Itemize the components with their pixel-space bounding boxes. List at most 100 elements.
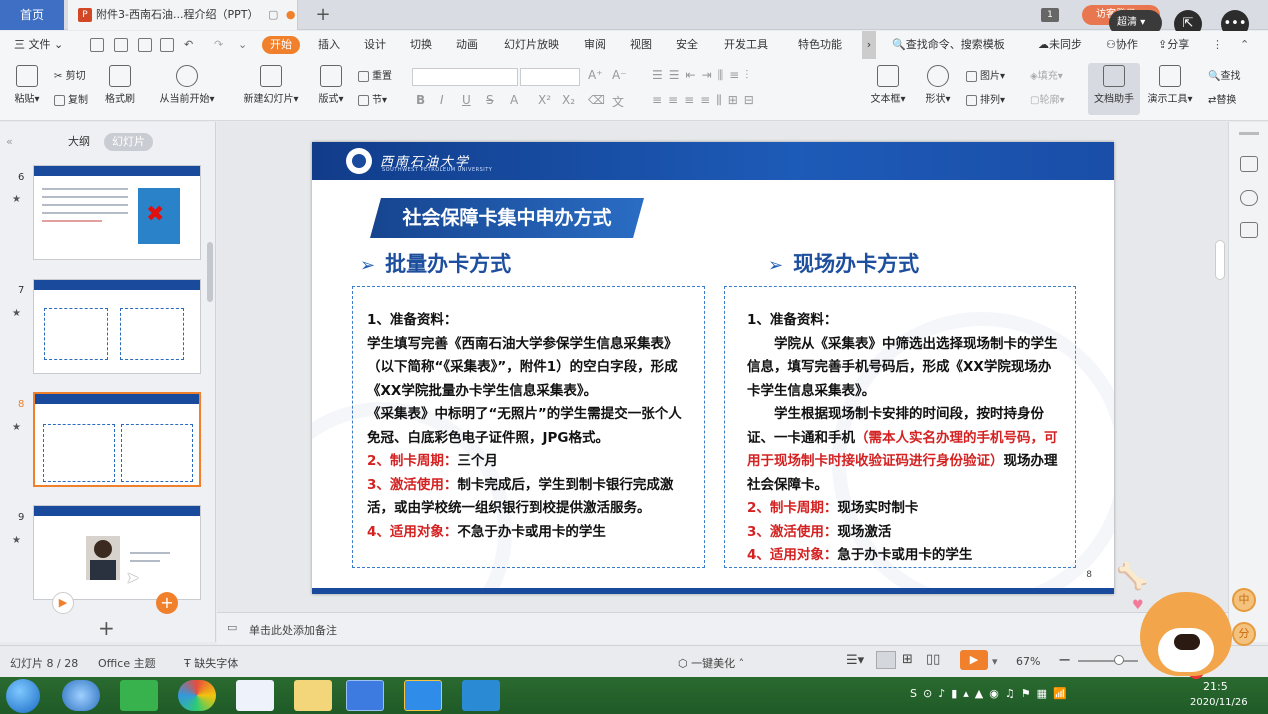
tab-insert[interactable]: 插入 — [318, 31, 340, 59]
export-icon[interactable] — [114, 38, 128, 52]
dingtalk-icon[interactable] — [404, 680, 442, 711]
picture-button[interactable]: 图片▾ — [966, 69, 1005, 85]
panel-scrollbar[interactable] — [207, 242, 213, 302]
section-button[interactable]: 节▾ — [358, 93, 387, 109]
increase-font-icon[interactable]: A⁺ — [588, 68, 603, 82]
tab-animation[interactable]: 动画 — [456, 31, 478, 59]
slide-thumbnail[interactable] — [33, 505, 201, 600]
more-tabs-button[interactable]: › — [862, 31, 876, 59]
tab-view[interactable]: 视图 — [630, 31, 652, 59]
slideshow-options-icon[interactable]: ▾ — [992, 655, 998, 668]
tab-developer[interactable]: 开发工具 — [724, 31, 768, 59]
arrange-button[interactable]: 排列▾ — [966, 93, 1005, 109]
replace-button[interactable]: ⇄替换 — [1208, 93, 1236, 109]
reset-button[interactable]: 重置 — [358, 69, 392, 85]
file-menu[interactable]: 三 文件 ⌄ — [14, 31, 63, 59]
tab-design[interactable]: 设计 — [364, 31, 386, 59]
select-pane-icon[interactable] — [1240, 222, 1258, 238]
format-painter-button[interactable]: 格式刷 — [102, 65, 138, 105]
missing-font-button[interactable]: Ŧ 缺失字体 — [184, 655, 238, 671]
start-button[interactable] — [6, 679, 40, 713]
slide-scrollbar[interactable] — [1215, 240, 1225, 280]
collapse-panel-icon[interactable]: « — [6, 135, 13, 148]
play-slide-icon[interactable]: ▶ — [52, 592, 74, 614]
italic-button[interactable]: I — [440, 93, 444, 107]
layout-button[interactable]: 版式▾ — [314, 65, 348, 105]
superscript-button[interactable]: X² — [538, 93, 551, 107]
zoom-slider-thumb[interactable] — [1114, 655, 1124, 665]
slide-thumbnail[interactable]: ✖ — [33, 165, 201, 260]
tab-outline[interactable]: 大纲 — [60, 133, 98, 151]
tab-features[interactable]: 特色功能 — [798, 31, 842, 59]
outline-button[interactable]: ▢轮廓▾ — [1030, 93, 1064, 109]
collapse-ribbon-icon[interactable]: ⌃ — [1240, 31, 1249, 59]
reading-view-icon[interactable]: ▯▯ — [926, 652, 940, 667]
sync-status[interactable]: ☁未同步 — [1038, 31, 1082, 59]
font-color-button[interactable]: A — [510, 93, 518, 107]
tab-security[interactable]: 安全 — [676, 31, 698, 59]
shape-button[interactable]: 形状▾ — [920, 65, 956, 105]
notes-pane[interactable]: ▭ 单击此处添加备注 — [217, 612, 1228, 644]
tab-slides[interactable]: 幻灯片 — [104, 133, 153, 151]
beautify-button[interactable]: ⬡ 一键美化 ˄ — [678, 655, 744, 671]
clear-format-icon[interactable]: ⌫ — [588, 93, 605, 107]
current-slide[interactable]: 西南石油大学 SOUTHWEST PETROLEUM UNIVERSITY 社会… — [312, 142, 1114, 594]
paste-button[interactable]: 粘贴▾ — [10, 65, 44, 105]
font-family-select[interactable] — [412, 68, 518, 86]
tab-transition[interactable]: 切换 — [410, 31, 432, 59]
folder-icon[interactable] — [294, 680, 332, 711]
slide-thumbnail[interactable] — [33, 279, 201, 374]
meeting-app-icon[interactable] — [462, 680, 500, 711]
browser-icon[interactable] — [62, 680, 100, 711]
mascot-coin-1[interactable]: 中 — [1232, 588, 1256, 612]
add-slide-inline-icon[interactable]: + — [156, 592, 178, 614]
document-tab[interactable]: P 附件3-西南石油...程介绍（PPT） ▢ ● — [68, 0, 298, 30]
normal-view-icon[interactable] — [876, 651, 896, 669]
textbox-button[interactable]: 文本框▾ — [868, 65, 908, 105]
command-search[interactable]: 🔍查找命令、搜索模板 — [892, 31, 1005, 59]
wechat-work-icon[interactable] — [120, 680, 158, 711]
theme-name[interactable]: Office 主题 — [98, 655, 156, 671]
strikethrough-button[interactable]: S — [486, 93, 494, 107]
print-icon[interactable] — [138, 38, 152, 52]
tab-review[interactable]: 审阅 — [584, 31, 606, 59]
collaborate-button[interactable]: ⚇协作 — [1106, 31, 1138, 59]
copy-button[interactable]: 复制 — [54, 93, 88, 109]
zoom-level[interactable]: 67% — [1016, 655, 1040, 668]
add-slide-button[interactable]: + — [98, 616, 115, 640]
system-tray-icons[interactable]: S⊙♪▮▴▲◉♫⚑▦📶 — [910, 687, 1080, 703]
list-buttons[interactable]: ☰☰⇤⇥⫼≡⫶ — [652, 68, 754, 83]
play-from-current-button[interactable]: 从当前开始▾ — [154, 65, 220, 105]
bold-button[interactable]: B — [416, 93, 425, 107]
present-tools-button[interactable]: 演示工具▾ — [1144, 65, 1196, 105]
tab-home-ribbon[interactable]: 开始 — [262, 36, 300, 54]
redo-icon[interactable]: ↷ — [214, 31, 223, 59]
undo-icon[interactable]: ↶ — [184, 31, 193, 59]
doc-helper-button[interactable]: 文档助手 — [1090, 65, 1138, 105]
cut-button[interactable]: ✂ 剪切 — [54, 69, 86, 85]
mascot-coin-2[interactable]: 分 — [1232, 622, 1256, 646]
font-size-select[interactable] — [520, 68, 580, 86]
zoom-out-button[interactable]: − — [1058, 650, 1071, 669]
tab-slideshow[interactable]: 幻灯片放映 — [504, 31, 559, 59]
zoom-slider[interactable] — [1078, 660, 1138, 662]
decrease-font-icon[interactable]: A⁻ — [612, 68, 627, 82]
lark-icon[interactable] — [236, 680, 274, 711]
sorter-view-icon[interactable]: ⊞ — [902, 652, 913, 667]
fill-button[interactable]: ◈填充▾ — [1030, 69, 1063, 85]
home-tab[interactable]: 首页 — [0, 0, 64, 30]
new-tab-button[interactable]: + — [312, 0, 334, 30]
quick-access-menu-icon[interactable]: ⌄ — [238, 31, 247, 59]
share-button[interactable]: ⇪分享 — [1158, 31, 1189, 59]
slideshow-play-button[interactable]: ▶ — [960, 650, 988, 670]
new-slide-button[interactable]: 新建幻灯片▾ — [238, 65, 304, 105]
help-icon[interactable]: ⋮ — [1212, 31, 1223, 59]
properties-icon[interactable] — [1240, 156, 1258, 172]
preview-icon[interactable] — [160, 38, 174, 52]
slide-thumbnail-selected[interactable] — [33, 392, 201, 487]
magic-icon[interactable] — [1240, 190, 1258, 206]
find-button[interactable]: 🔍查找 — [1208, 69, 1240, 85]
wps-icon[interactable] — [346, 680, 384, 711]
align-buttons[interactable]: ≡≡≡≡⫼⊞⊟ — [652, 93, 760, 108]
underline-button[interactable]: U — [462, 93, 471, 107]
